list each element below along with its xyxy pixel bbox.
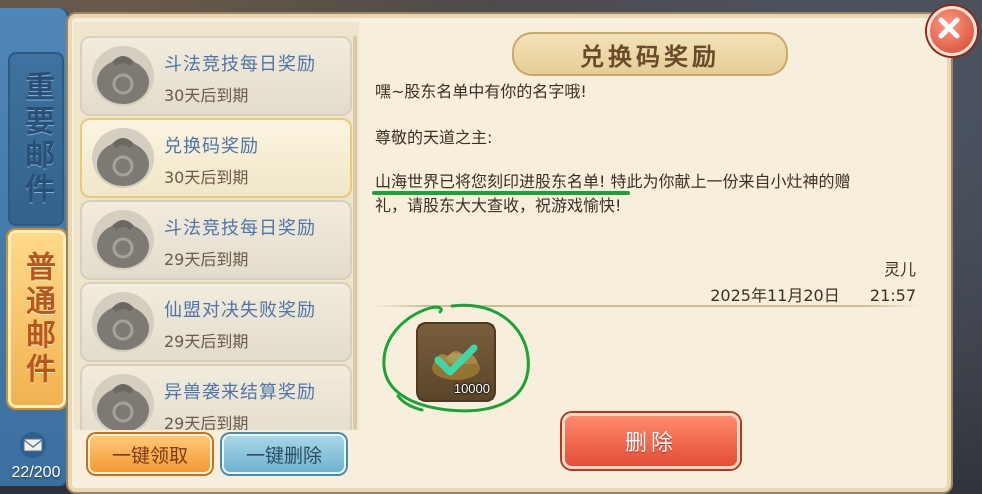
mail-list[interactable]: 斗法竞技每日奖励 30天后到期 兑换码奖励 30天后到期 斗法竞技每日奖励 29…	[74, 22, 359, 430]
reward-quantity: 10000	[453, 381, 490, 396]
divider	[372, 305, 920, 307]
mail-expire: 29天后到期	[164, 250, 249, 269]
list-item[interactable]: 异兽袭来结算奖励 29天后到期	[80, 364, 352, 430]
envelope-icon	[20, 432, 46, 458]
gift-bag-icon	[92, 292, 154, 352]
mail-body-line: 礼，请股东大大查收，祝游戏愉快!	[375, 196, 622, 215]
mail-salutation: 尊敬的天道之主:	[375, 128, 493, 147]
close-button[interactable]	[927, 6, 977, 56]
mail-sender: 灵儿	[883, 260, 916, 279]
mail-list-scrollbar[interactable]	[353, 36, 357, 430]
mail-time: 21:57	[869, 286, 916, 305]
list-item[interactable]: 兑换码奖励 30天后到期	[80, 118, 352, 198]
close-icon	[938, 17, 960, 39]
gift-bag-icon	[92, 210, 154, 270]
mail-expire: 30天后到期	[164, 86, 249, 105]
mail-category-rail: 重要邮件 普通邮件 22/200	[0, 8, 70, 486]
mail-title: 异兽袭来结算奖励	[164, 382, 316, 403]
mail-title: 斗法竞技每日奖励	[164, 218, 316, 239]
tab-normal-mail[interactable]: 普通邮件	[8, 230, 66, 408]
tab-important-mail[interactable]: 重要邮件	[8, 52, 64, 226]
mail-title: 兑换码奖励	[164, 136, 259, 157]
list-item[interactable]: 仙盟对决失败奖励 29天后到期	[80, 282, 352, 362]
mail-count: 22/200	[11, 464, 61, 481]
mail-expire: 29天后到期	[164, 332, 249, 351]
gift-bag-icon	[92, 46, 154, 106]
mail-title: 斗法竞技每日奖励	[164, 54, 316, 75]
mail-expire: 30天后到期	[164, 168, 249, 187]
delete-mail-button[interactable]: 删除	[562, 413, 740, 469]
mail-greeting: 嘿~股东名单中有你的名字哦!	[375, 82, 587, 101]
claim-all-button[interactable]: 一键领取	[88, 434, 212, 474]
list-item[interactable]: 斗法竞技每日奖励 30天后到期	[80, 36, 352, 116]
reward-slot[interactable]: 10000	[416, 322, 496, 402]
mail-title: 仙盟对决失败奖励	[164, 300, 316, 321]
mail-detail-title: 兑换码奖励	[512, 32, 788, 76]
mail-date: 2025年11月20日	[710, 286, 840, 305]
delete-all-button[interactable]: 一键删除	[222, 434, 346, 474]
list-item[interactable]: 斗法竞技每日奖励 29天后到期	[80, 200, 352, 280]
gift-bag-icon	[92, 374, 154, 430]
annotation-underline	[372, 191, 630, 195]
mail-expire: 29天后到期	[164, 414, 249, 430]
gift-bag-icon	[92, 128, 154, 188]
